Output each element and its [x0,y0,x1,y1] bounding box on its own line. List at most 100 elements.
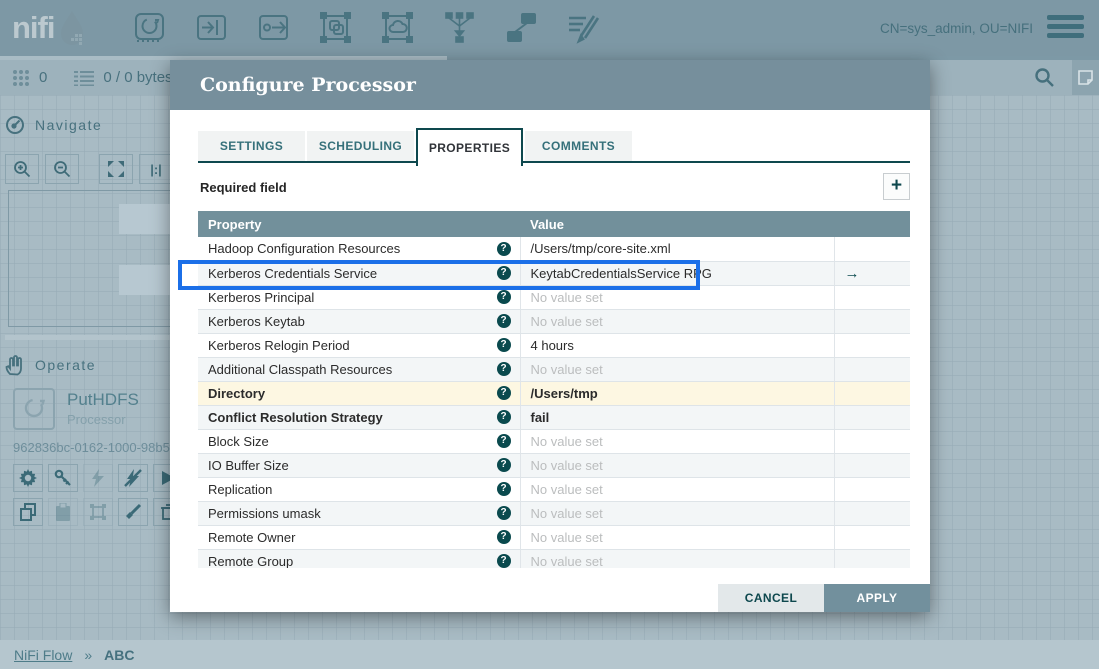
template-icon[interactable] [505,11,538,44]
bulletin-board-button[interactable] [1072,60,1099,95]
property-row[interactable]: Directory?/Users/tmp [198,381,910,405]
operate-title: Operate [35,357,96,373]
help-icon[interactable]: ? [497,362,511,376]
tab-settings[interactable]: SETTINGS [198,131,305,161]
dialog-tabs: SETTINGSSCHEDULINGPROPERTIESCOMMENTS [198,131,910,175]
group-button[interactable] [83,498,113,526]
required-field-label: Required field [200,180,287,195]
property-value[interactable]: No value set [520,429,834,453]
breadcrumb-separator: » [84,647,92,663]
enable-button[interactable] [83,464,113,492]
property-row[interactable]: Kerberos Keytab?No value set [198,309,910,333]
processor-icon[interactable] [133,11,166,44]
menu-hamburger-icon[interactable] [1047,15,1084,38]
property-value[interactable]: fail [520,405,834,429]
property-row[interactable]: Conflict Resolution Strategy? fail [198,405,910,429]
disable-button[interactable] [118,464,148,492]
help-icon[interactable]: ? [497,434,511,448]
help-icon[interactable]: ? [497,386,511,400]
property-row[interactable]: Block Size? No value set [198,429,910,453]
breadcrumb-current: ABC [104,647,134,663]
help-icon[interactable]: ? [497,482,511,496]
panel-resize-handle[interactable] [5,335,170,340]
property-value[interactable]: No value set [520,525,834,549]
property-name: Remote Group [208,554,293,569]
row-extra-cell [834,405,910,429]
access-policies-button[interactable] [48,464,78,492]
apply-button[interactable]: APPLY [824,584,930,612]
help-icon[interactable]: ? [497,554,511,568]
property-value[interactable]: No value set [520,357,834,381]
row-extra-cell: → [834,261,910,285]
tab-comments[interactable]: COMMENTS [525,131,632,161]
property-row[interactable]: IO Buffer Size?No value set [198,453,910,477]
help-icon[interactable]: ? [497,290,511,304]
property-value[interactable]: No value set [520,501,834,525]
goto-service-arrow-icon[interactable]: → [845,265,860,282]
property-row[interactable]: Hadoop Configuration Resources? /Users/tm… [198,237,910,261]
property-value[interactable]: /Users/tmp [520,381,834,405]
cancel-button[interactable]: CANCEL [718,584,824,612]
funnel-icon[interactable] [443,11,476,44]
property-value[interactable]: No value set [520,309,834,333]
property-value[interactable]: No value set [520,477,834,501]
property-name: Conflict Resolution Strategy [208,410,383,425]
output-port-icon[interactable] [257,11,290,44]
add-property-button[interactable]: + [883,173,910,200]
property-row[interactable]: Kerberos Credentials Service?KeytabCrede… [198,261,910,285]
paste-button[interactable] [48,498,78,526]
selected-component-id: 962836bc-0162-1000-98b5-f3 [13,440,185,455]
processor-badge-icon [13,388,55,430]
help-icon[interactable]: ? [497,266,511,280]
hand-icon [5,354,25,376]
property-value[interactable]: No value set [520,285,834,309]
property-row[interactable]: Kerberos Relogin Period?4 hours [198,333,910,357]
help-icon[interactable]: ? [497,506,511,520]
configure-button[interactable] [13,464,43,492]
zoom-fit-button[interactable] [99,154,133,184]
breadcrumb-root-link[interactable]: NiFi Flow [14,647,72,663]
selected-component-type: Processor [67,412,126,427]
color-button[interactable] [118,498,148,526]
copy-button[interactable] [13,498,43,526]
nifi-logo: nifi [12,8,89,48]
property-name: Permissions umask [208,506,321,521]
label-icon[interactable] [567,11,600,44]
row-extra-cell [834,549,910,568]
help-icon[interactable]: ? [497,530,511,544]
actual-size-button[interactable]: |:| [139,154,173,184]
remote-process-group-icon[interactable] [381,11,414,44]
property-name: Replication [208,482,272,497]
property-row[interactable]: Remote Owner?No value set [198,525,910,549]
property-row[interactable]: Additional Classpath Resources?No value … [198,357,910,381]
property-value[interactable]: /Users/tmp/core-site.xml [520,237,834,261]
lightning-slash-icon [124,469,142,487]
row-extra-cell [834,357,910,381]
property-name: Hadoop Configuration Resources [208,241,400,256]
help-icon[interactable]: ? [497,314,511,328]
property-row[interactable]: Kerberos Principal?No value set [198,285,910,309]
property-value[interactable]: 4 hours [520,333,834,357]
column-header-extra [834,211,910,237]
property-value[interactable]: KeytabCredentialsService RPG [520,261,834,285]
property-name: Block Size [208,434,269,449]
help-icon[interactable]: ? [497,410,511,424]
zoom-in-button[interactable] [5,154,39,184]
property-value[interactable]: No value set [520,549,834,568]
zoom-out-button[interactable] [45,154,79,184]
help-icon[interactable]: ? [497,458,511,472]
brush-icon [124,503,142,521]
property-value[interactable]: No value set [520,453,834,477]
input-port-icon[interactable] [195,11,228,44]
help-icon[interactable]: ? [497,242,511,256]
property-row[interactable]: Remote Group? No value set [198,549,910,568]
tab-properties[interactable]: PROPERTIES [416,128,523,166]
help-icon[interactable]: ? [497,338,511,352]
property-row[interactable]: Replication? No value set [198,477,910,501]
breadcrumb: NiFi Flow » ABC [0,640,1099,669]
copy-icon [19,503,37,521]
process-group-icon[interactable] [319,11,352,44]
search-icon[interactable] [1034,67,1055,88]
property-row[interactable]: Permissions umask? No value set [198,501,910,525]
tab-scheduling[interactable]: SCHEDULING [307,131,414,161]
